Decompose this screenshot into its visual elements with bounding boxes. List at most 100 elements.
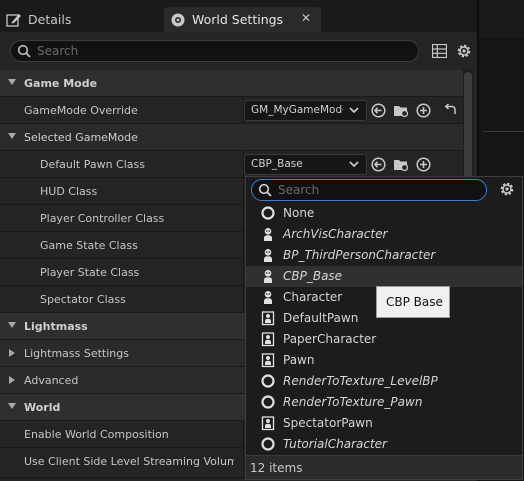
group-label: Advanced — [24, 374, 79, 387]
character-icon — [264, 270, 272, 283]
close-icon[interactable]: ✕ — [301, 11, 311, 25]
class-list-item-label: ArchVisCharacter — [283, 227, 388, 241]
expand-arrow-icon[interactable] — [9, 349, 15, 357]
use-selected-icon[interactable] — [371, 103, 386, 118]
search-icon — [17, 44, 31, 58]
property-label: GameMode Override — [24, 104, 138, 117]
add-icon[interactable] — [416, 103, 431, 118]
pawn-icon — [261, 416, 275, 431]
use-selected-icon[interactable] — [371, 157, 386, 172]
collapse-arrow-icon[interactable] — [8, 79, 16, 85]
category-label: Selected GameMode — [24, 131, 138, 144]
circle-icon — [261, 437, 275, 451]
combo-value: GM_MyGameMode — [251, 104, 343, 116]
class-list-item-label: DefaultPawn — [283, 311, 359, 325]
class-list-item-label: CBP_Base — [283, 269, 343, 283]
tooltip-text: CBP Base — [386, 295, 443, 309]
class-list-item-label: PaperCharacter — [283, 332, 377, 346]
gamemode-combo[interactable]: GM_MyGameMode — [244, 100, 367, 121]
chevron-down-icon — [349, 107, 359, 114]
character-icon — [264, 291, 272, 304]
gear-icon[interactable] — [499, 181, 515, 197]
search-placeholder: Search — [37, 44, 79, 58]
world-settings-icon — [171, 13, 185, 26]
combo-value: CBP_Base — [251, 158, 303, 170]
character-icon — [264, 249, 272, 262]
property-gamemode-override: GameMode Override GM_MyGameMode — [0, 97, 463, 124]
class-list-item[interactable]: SpectatorPawn — [246, 413, 522, 434]
class-list-item[interactable]: TutorialCharacter — [246, 434, 522, 455]
class-list-item-label: RenderToTexture_Pawn — [283, 395, 423, 409]
class-list-item-label: SpectatorPawn — [283, 416, 373, 430]
class-list-item-label: Character — [283, 290, 343, 304]
tab-details[interactable]: Details — [6, 7, 162, 32]
grid-view-icon[interactable] — [432, 44, 447, 58]
search-placeholder: Search — [278, 183, 320, 197]
class-list-item-label: TutorialCharacter — [283, 437, 387, 451]
chevron-down-icon — [349, 161, 359, 168]
property-label: Game State Class — [40, 239, 138, 252]
category-game-mode[interactable]: Game Mode — [0, 70, 463, 97]
add-icon[interactable] — [416, 157, 431, 172]
property-default-pawn-class: Default Pawn Class CBP_Base — [0, 151, 463, 178]
item-count: 12 items — [250, 461, 303, 475]
divider — [483, 131, 524, 132]
browse-folder-icon[interactable] — [393, 157, 409, 172]
expand-arrow-icon[interactable] — [9, 376, 15, 384]
column-divider[interactable] — [243, 205, 244, 232]
column-divider[interactable] — [243, 448, 244, 475]
class-list-item-label: RenderToTexture_LevelBP — [283, 374, 438, 388]
property-label: Default Pawn Class — [40, 158, 145, 171]
column-divider[interactable] — [243, 286, 244, 313]
pencil-icon — [6, 13, 21, 27]
property-label: Use Client Side Level Streaming Volumes — [24, 455, 234, 468]
class-list-item-label: None — [283, 206, 315, 220]
column-divider[interactable] — [243, 178, 244, 205]
class-list-item[interactable]: ArchVisCharacter — [246, 224, 522, 245]
category-selected-gamemode[interactable]: Selected GameMode — [0, 124, 463, 151]
class-list-item[interactable]: PaperCharacter — [246, 329, 522, 350]
pawn-icon — [261, 311, 275, 326]
property-label: Player Controller Class — [40, 212, 165, 225]
category-label: Game Mode — [24, 77, 98, 90]
circle-icon — [261, 395, 275, 409]
character-icon — [264, 228, 272, 241]
class-picker-search-input[interactable]: Search — [251, 179, 487, 201]
column-divider[interactable] — [243, 259, 244, 286]
category-label: World — [24, 401, 61, 414]
class-list-item[interactable]: None — [246, 203, 522, 224]
gear-icon[interactable] — [456, 43, 472, 59]
column-divider[interactable] — [243, 232, 244, 259]
property-label: Enable World Composition — [24, 428, 169, 441]
group-label: Lightmass Settings — [24, 347, 129, 360]
class-list-item[interactable]: Pawn — [246, 350, 522, 371]
tab-world-settings[interactable]: World Settings ✕ — [164, 7, 321, 32]
collapse-arrow-icon[interactable] — [8, 133, 16, 139]
class-picker-footer: 12 items — [246, 455, 522, 479]
property-label: HUD Class — [40, 185, 98, 198]
search-icon — [258, 183, 272, 197]
class-list-item[interactable]: BP_ThirdPersonCharacter — [246, 245, 522, 266]
tab-details-label: Details — [28, 12, 72, 27]
column-divider[interactable] — [243, 421, 244, 448]
search-input[interactable]: Search — [10, 40, 419, 62]
class-list-item[interactable]: CBP_Base — [246, 266, 522, 287]
pawn-icon — [261, 332, 275, 347]
class-list-item-label: Pawn — [283, 353, 315, 367]
category-label: Lightmass — [24, 320, 88, 333]
collapse-arrow-icon[interactable] — [8, 322, 16, 328]
pawn-class-combo[interactable]: CBP_Base — [244, 154, 367, 175]
class-list-item-label: BP_ThirdPersonCharacter — [283, 248, 436, 262]
circle-icon — [261, 206, 275, 220]
tab-world-settings-label: World Settings — [192, 12, 284, 27]
property-label: Player State Class — [40, 266, 140, 279]
collapse-arrow-icon[interactable] — [8, 403, 16, 409]
property-label: Spectator Class — [40, 293, 126, 306]
circle-icon — [261, 374, 275, 388]
browse-folder-icon[interactable] — [393, 103, 409, 118]
class-list-item[interactable]: RenderToTexture_Pawn — [246, 392, 522, 413]
reset-icon[interactable] — [443, 103, 457, 117]
class-list-item[interactable]: RenderToTexture_LevelBP — [246, 371, 522, 392]
pawn-icon — [261, 353, 275, 368]
tooltip: CBP Base — [376, 286, 450, 318]
